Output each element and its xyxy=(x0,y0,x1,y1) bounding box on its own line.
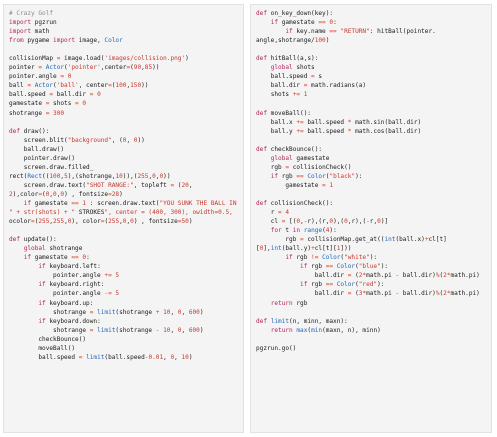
left-code-line: import math xyxy=(9,28,50,36)
right-code-line: ​ xyxy=(256,99,486,108)
code-panel-left: # Crazy Golf import pgzrun import math from… xyxy=(3,4,244,433)
left-code-line: pointer.angle = 0 xyxy=(9,73,72,81)
right-code-line: return rgb xyxy=(270,299,308,307)
right-code-line: def limit(n, minn, maxn): xyxy=(256,317,348,325)
left-code-line: pointer.angle += 5 xyxy=(9,272,120,280)
right-code-line: rgb = collisionMap.get_at((int(ball.x)+c… xyxy=(256,236,447,244)
right-code-line: ball.speed = s xyxy=(256,73,323,81)
left-code-line: import pgzrun xyxy=(9,19,57,27)
left-code-line: ​ xyxy=(9,118,238,127)
code-block-left: # Crazy Golf import pgzrun import math from… xyxy=(9,9,238,362)
left-code-line: screen.draw.filled_ xyxy=(9,163,94,171)
left-code-line: pointer = Actor('pointer',center=(90,85)… xyxy=(9,64,160,72)
left-code-line: screen.draw.text("SHOT RANGE:", topleft … xyxy=(9,181,193,189)
left-code-line: if keyboard.up: xyxy=(38,299,94,307)
left-code-line: checkBounce() xyxy=(9,335,87,343)
left-code-line: shotrange = limit(shotrange - 10, 0, 600… xyxy=(9,326,204,334)
right-code-line: if rgb == Color("red"): xyxy=(300,281,385,289)
right-code-line: ​ xyxy=(256,190,486,199)
right-code-line: ball.x += ball.speed * math.sin(ball.dir… xyxy=(256,118,422,126)
left-code-line: ​ xyxy=(9,45,238,54)
right-code-line: def collisionCheck(): xyxy=(256,199,334,207)
right-code-line: pgzrun.go() xyxy=(256,344,297,352)
left-code-line: if keyboard.right: xyxy=(38,281,105,289)
left-code-line: # Crazy Golf xyxy=(9,10,54,17)
right-code-line: if rgb != Color("white"): xyxy=(285,254,378,262)
code-panel-right: def on_key_down(key): if gamestate == 0:… xyxy=(250,4,492,433)
left-code-line: shotrange = limit(shotrange + 10, 0, 600… xyxy=(9,308,204,316)
right-code-line: rgb = collisionCheck() xyxy=(256,163,352,171)
right-code-line: shots += 1 xyxy=(256,91,308,99)
right-code-line: angle,shotrange/100) xyxy=(256,37,330,45)
right-code-line: def moveBall(): xyxy=(256,109,312,117)
left-code-line: pointer.angle -= 5 xyxy=(9,290,120,298)
left-code-line: pointer.draw() xyxy=(9,154,76,162)
left-code-line: ​ xyxy=(9,226,238,235)
left-code-line: collisionMap = image.load('images/collis… xyxy=(9,55,189,63)
right-code-line: ​ xyxy=(256,45,486,54)
right-code-line: return max(min(maxn, n), minn) xyxy=(270,326,381,334)
right-code-line: ​ xyxy=(256,308,486,317)
right-code-line: if key.name == "RETURN": hitBall(pointer… xyxy=(285,28,436,36)
right-code-line: if rgb == Color("black"): xyxy=(270,172,363,180)
code-listing-page: # Crazy Golf import pgzrun import math from… xyxy=(0,0,497,437)
right-code-line: global gamestate xyxy=(270,154,330,162)
left-code-line: rect(Rect((100,5),(shotrange,10)),(255,0… xyxy=(9,172,171,180)
left-code-line: 2),color=(0,0,0) , fontsize=28) xyxy=(9,190,123,198)
right-code-line: r = 4 xyxy=(256,209,290,217)
left-code-line: ball.speed = limit(ball.speed-0.01, 0, 1… xyxy=(9,353,193,361)
left-code-line: ocolor=(255,255,0), color=(255,0,0) , fo… xyxy=(9,218,193,226)
right-code-line: ball.y += ball.speed * math.cos(ball.dir… xyxy=(256,127,422,135)
left-code-line: shotrange = 300 xyxy=(9,109,65,117)
right-code-line: def checkBounce(): xyxy=(256,145,323,153)
code-block-right: def on_key_down(key): if gamestate == 0:… xyxy=(256,9,486,353)
left-code-line: if keyboard.left: xyxy=(38,263,101,271)
left-code-line: moveBall() xyxy=(9,344,76,352)
right-code-line: cl = [(0,-r),(r,0),(0,r),(-r,0)] xyxy=(256,218,389,226)
right-code-line: def hitBall(a,s): xyxy=(256,55,319,63)
right-code-line: ball.dir = math.radians(a) xyxy=(256,82,367,90)
right-code-line: if gamestate == 0: xyxy=(270,19,337,27)
right-code-line: global shots xyxy=(270,64,315,72)
left-code-line: def update(): xyxy=(9,236,57,244)
left-code-line: from pygame import image, Color xyxy=(9,37,123,45)
left-code-line: " + str(shots) + " STROKES", center = (4… xyxy=(9,209,233,217)
left-code-line: screen.blit("background", (0, 0)) xyxy=(9,136,145,144)
left-code-line: ball = Actor('ball', center=(100,150)) xyxy=(9,82,149,90)
left-code-line: if gamestate == 0: xyxy=(23,254,90,262)
right-code-line: if rgb == Color("blue"): xyxy=(300,263,389,271)
right-code-line: for t in range(4): xyxy=(270,227,337,235)
left-code-line: ball.draw() xyxy=(9,145,65,153)
left-code-line: ball.speed = ball.dir = 0 xyxy=(9,91,101,99)
left-code-line: def draw(): xyxy=(9,127,50,135)
right-code-line: def on_key_down(key): xyxy=(256,10,334,17)
right-code-line: [0],int(ball.y)+cl[t][1])) xyxy=(256,245,352,253)
right-code-line: ball.dir = (2*math.pi - ball.dir)%(2*mat… xyxy=(256,272,480,280)
left-code-line: gamestate = shots = 0 xyxy=(9,100,87,108)
right-code-line: ​ xyxy=(256,335,486,344)
left-code-line: if gamestate == 1 : screen.draw.text("YO… xyxy=(23,199,237,207)
left-code-line: global shotrange xyxy=(23,245,83,253)
right-code-line: ball.dir = (3*math.pi - ball.dir)%(2*mat… xyxy=(256,290,480,298)
left-code-line: if keyboard.down: xyxy=(38,317,101,325)
right-code-line: ​ xyxy=(256,136,486,145)
right-code-line: gamestate = 1 xyxy=(256,181,334,189)
